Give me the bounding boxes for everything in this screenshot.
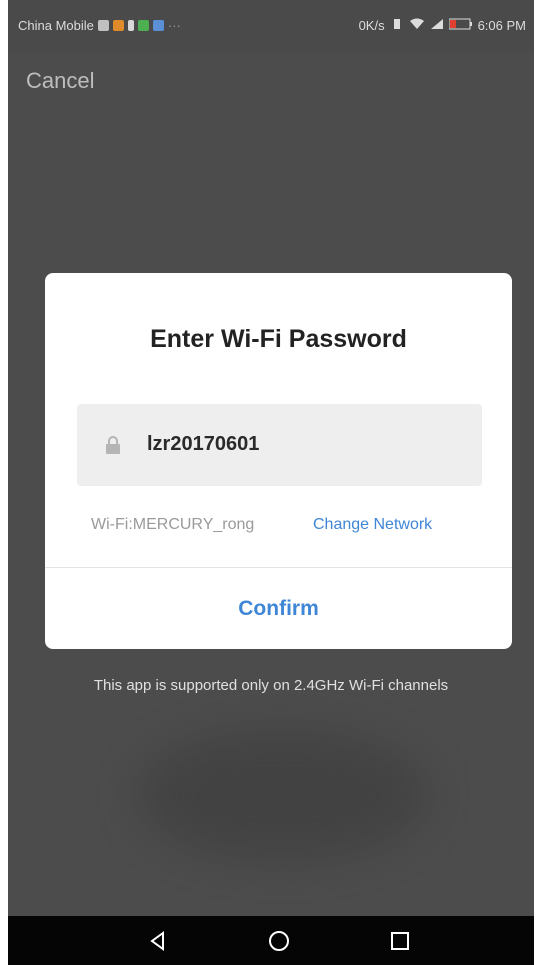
battery-notification-icon — [127, 20, 134, 31]
wifi-signal-icon — [409, 18, 425, 33]
background-shape — [138, 730, 428, 860]
change-network-link[interactable]: Change Network — [313, 516, 432, 534]
app-screen: China Mobile ··· 0K/s 6:06 PM Cancel Ent… — [8, 0, 534, 965]
wifi-password-dialog: Enter Wi-Fi Password lzr20170601 Wi-Fi:M… — [45, 273, 512, 649]
battery-icon — [448, 18, 473, 33]
password-field[interactable]: lzr20170601 — [77, 404, 482, 486]
home-circle-icon[interactable] — [267, 929, 291, 953]
more-notifications-icon: ··· — [167, 18, 181, 33]
navigation-bar — [8, 916, 534, 965]
status-bar: China Mobile ··· 0K/s 6:06 PM — [8, 0, 534, 52]
wechat-notification-icon — [137, 20, 149, 31]
carrier-name: China Mobile — [18, 18, 94, 33]
network-speed: 0K/s — [358, 18, 385, 33]
vibrate-icon — [390, 18, 404, 33]
confirm-button[interactable]: Confirm — [45, 568, 512, 649]
cancel-button[interactable]: Cancel — [26, 68, 94, 94]
support-note: This app is supported only on 2.4GHz Wi-… — [93, 677, 449, 694]
recents-square-icon[interactable] — [388, 929, 412, 953]
password-value: lzr20170601 — [147, 433, 260, 455]
dialog-title: Enter Wi-Fi Password — [150, 325, 407, 353]
app-notification-icon — [112, 20, 124, 31]
cell-signal-icon — [430, 18, 444, 33]
notification-icon — [97, 20, 109, 31]
back-triangle-icon[interactable] — [146, 929, 170, 953]
lock-icon — [105, 436, 121, 454]
clock-time: 6:06 PM — [477, 18, 526, 33]
wifi-network-name: Wi-Fi:MERCURY_rong — [91, 516, 255, 533]
wifi-info-row: Wi-Fi:MERCURY_rong Change Network — [45, 516, 512, 540]
app2-notification-icon — [152, 20, 164, 31]
